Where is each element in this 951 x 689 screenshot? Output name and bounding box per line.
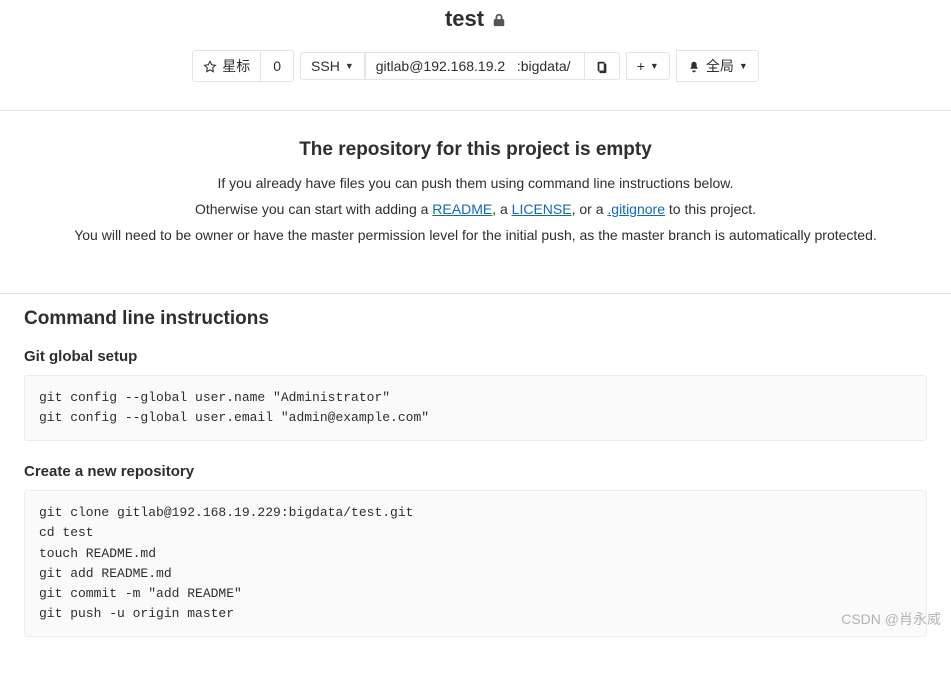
create-repo-heading: Create a new repository (24, 463, 927, 480)
chevron-down-icon: ▼ (650, 61, 659, 71)
lock-icon (492, 11, 506, 27)
link-license[interactable]: LICENSE (512, 201, 572, 217)
plus-icon: + (637, 58, 645, 74)
link-readme[interactable]: README (432, 201, 492, 217)
protocol-label: SSH (311, 58, 340, 74)
empty-line-1: If you already have files you can push t… (20, 175, 931, 191)
copy-url-button[interactable] (584, 52, 620, 80)
star-button[interactable]: 星标 (192, 50, 261, 82)
notifications-dropdown[interactable]: 全局 ▼ (676, 50, 759, 82)
empty-line-3: You will need to be owner or have the ma… (20, 227, 931, 243)
star-count: 0 (260, 50, 294, 82)
empty-line-2: Otherwise you can start with adding a RE… (20, 201, 931, 217)
clone-url-input[interactable] (365, 52, 585, 80)
global-setup-heading: Git global setup (24, 348, 927, 365)
project-toolbar: 星标 0 SSH ▼ + ▼ (0, 50, 951, 82)
project-title: test (445, 6, 484, 32)
link-gitignore[interactable]: .gitignore (607, 201, 665, 217)
add-dropdown[interactable]: + ▼ (626, 52, 670, 80)
star-label: 星标 (222, 56, 250, 76)
global-setup-code[interactable]: git config --global user.name "Administr… (24, 375, 927, 441)
chevron-down-icon: ▼ (345, 61, 354, 71)
star-icon (203, 58, 217, 74)
bell-icon (687, 58, 701, 74)
clipboard-icon (595, 58, 609, 74)
empty-repo-panel: The repository for this project is empty… (0, 111, 951, 277)
divider (0, 293, 951, 294)
create-repo-code[interactable]: git clone gitlab@192.168.19.229:bigdata/… (24, 490, 927, 637)
protocol-dropdown[interactable]: SSH ▼ (300, 52, 365, 80)
cli-heading: Command line instructions (24, 308, 927, 330)
chevron-down-icon: ▼ (739, 61, 748, 71)
notifications-label: 全局 (706, 56, 734, 76)
empty-title: The repository for this project is empty (20, 139, 931, 161)
